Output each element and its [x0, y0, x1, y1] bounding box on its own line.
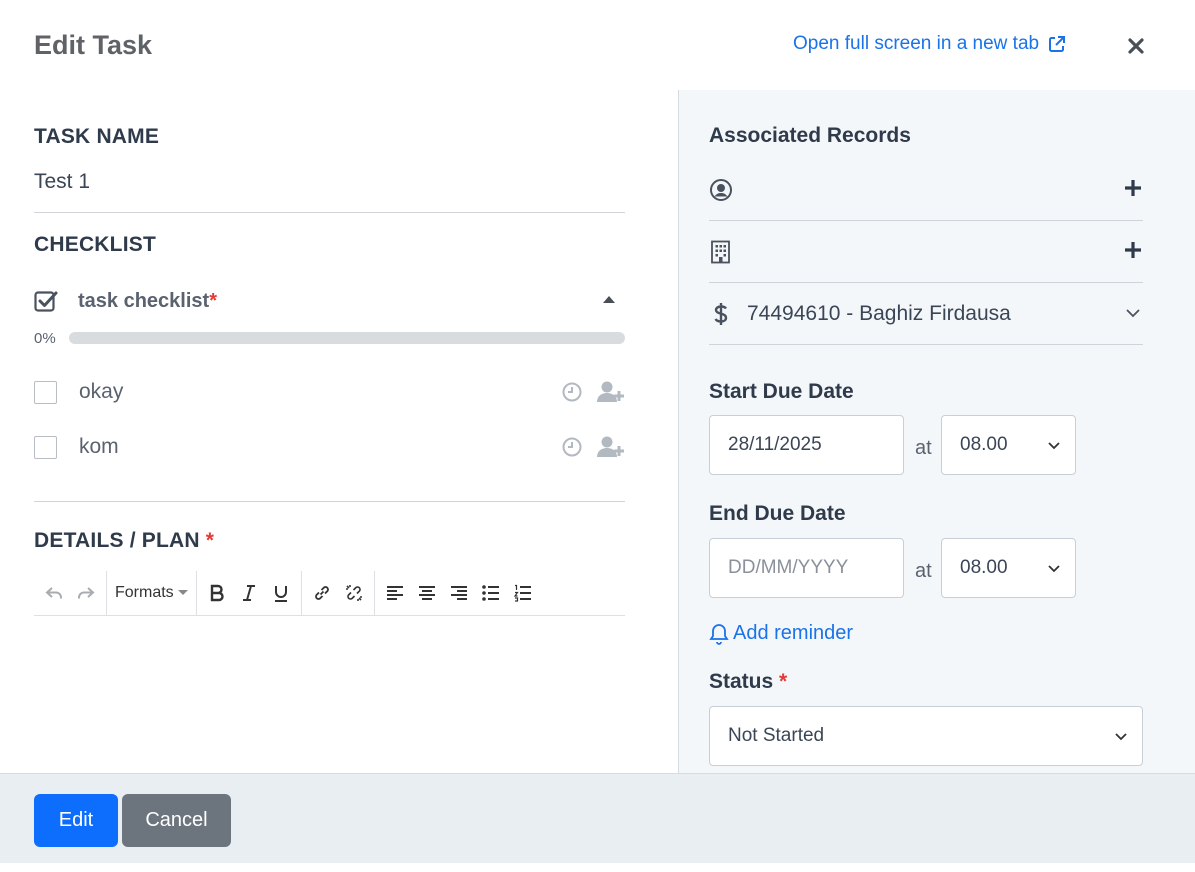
end-due-date-input[interactable]: DD/MM/YYYY	[709, 538, 904, 598]
status-label: Status *	[709, 670, 788, 693]
plus-icon[interactable]	[1123, 240, 1143, 260]
checklist-title: task checklist*	[78, 289, 217, 312]
divider	[34, 212, 625, 213]
align-left-icon[interactable]	[379, 577, 411, 609]
unlink-icon[interactable]	[338, 577, 370, 609]
contact-icon	[710, 178, 732, 201]
bullet-list-icon[interactable]	[475, 577, 507, 609]
bell-icon	[709, 623, 729, 645]
details-label: DETAILS / PLAN *	[34, 529, 215, 552]
caret-up-icon[interactable]	[603, 296, 615, 303]
link-group	[302, 570, 375, 615]
open-full-screen-label: Open full screen in a new tab	[793, 33, 1040, 54]
status-value: Not Started	[728, 725, 825, 746]
align-right-icon[interactable]	[443, 577, 475, 609]
company-icon	[711, 240, 730, 263]
associated-deal-label: 74494610 - Baghiz Firdausa	[747, 301, 1011, 325]
end-at-label: at	[915, 560, 932, 582]
clock-icon[interactable]	[561, 436, 583, 458]
associated-records-title: Associated Records	[709, 124, 911, 147]
clock-icon[interactable]	[561, 381, 583, 403]
dollar-icon	[714, 302, 728, 325]
end-due-date-label: End Due Date	[709, 502, 846, 525]
checklist-item: kom	[34, 432, 625, 462]
modal-header: Edit Task Open full screen in a new tab	[0, 0, 1195, 90]
start-due-date-label: Start Due Date	[709, 380, 854, 403]
external-link-icon	[1049, 36, 1066, 52]
redo-icon[interactable]	[70, 577, 102, 609]
chevron-down-icon	[1048, 442, 1060, 450]
cancel-button[interactable]: Cancel	[122, 794, 231, 847]
end-due-time-select[interactable]: 08.00	[941, 538, 1076, 598]
assign-user-icon[interactable]	[597, 435, 625, 459]
align-list-group	[375, 571, 543, 615]
status-select[interactable]: Not Started	[709, 706, 1143, 766]
align-center-icon[interactable]	[411, 577, 443, 609]
history-group	[34, 570, 107, 615]
chevron-down-icon[interactable]	[1125, 305, 1141, 321]
formats-dropdown[interactable]: Formats	[111, 584, 192, 602]
task-form-left: TASK NAME Test 1 CHECKLIST task checklis…	[0, 90, 678, 773]
checklist-progress-text: 0%	[34, 330, 56, 347]
edit-button[interactable]: Edit	[34, 794, 118, 847]
undo-icon[interactable]	[38, 577, 70, 609]
formats-group: Formats	[107, 570, 197, 615]
task-form-right: Associated Records 74494610 - Baghiz Fir…	[678, 90, 1195, 773]
chevron-down-icon	[1048, 565, 1060, 573]
checklist-progress-bar	[69, 332, 625, 344]
plus-icon[interactable]	[1123, 178, 1143, 198]
start-due-time-value: 08.00	[960, 434, 1008, 455]
checklist-item-label: okay	[79, 380, 124, 403]
checked-square-icon	[34, 291, 58, 312]
associated-contact-row	[709, 159, 1143, 221]
numbered-list-icon[interactable]	[507, 577, 539, 609]
assign-user-icon[interactable]	[597, 380, 625, 404]
task-name-input[interactable]: Test 1	[34, 170, 90, 194]
text-style-group	[197, 570, 302, 615]
editor-toolbar: Formats	[34, 570, 625, 616]
checklist-item-label: kom	[79, 435, 119, 458]
add-reminder-link[interactable]: Add reminder	[709, 622, 853, 645]
link-icon[interactable]	[306, 577, 338, 609]
page-title: Edit Task	[34, 30, 153, 60]
open-full-screen-link[interactable]: Open full screen in a new tab	[793, 33, 1067, 55]
start-due-date-input[interactable]: 28/11/2025	[709, 415, 904, 475]
formats-label: Formats	[115, 583, 174, 601]
associated-deal-row[interactable]: 74494610 - Baghiz Firdausa	[709, 283, 1143, 345]
divider	[34, 501, 625, 502]
checklist-item-checkbox[interactable]	[34, 435, 57, 459]
modal-footer: Edit Cancel	[0, 773, 1195, 863]
start-at-label: at	[915, 437, 932, 459]
end-due-time-value: 08.00	[960, 557, 1008, 578]
associated-company-row	[709, 221, 1143, 283]
checklist-item: okay	[34, 377, 625, 407]
close-icon[interactable]	[1125, 35, 1147, 57]
checklist-label: CHECKLIST	[34, 233, 156, 256]
checklist-item-checkbox[interactable]	[34, 380, 57, 404]
start-due-time-select[interactable]: 08.00	[941, 415, 1076, 475]
italic-icon[interactable]	[233, 577, 265, 609]
underline-icon[interactable]	[265, 577, 297, 609]
task-name-label: TASK NAME	[34, 125, 160, 148]
caret-down-icon	[177, 590, 188, 595]
bold-icon[interactable]	[201, 577, 233, 609]
checklist-header: task checklist*	[34, 288, 625, 314]
add-reminder-label: Add reminder	[733, 622, 854, 644]
chevron-down-icon	[1115, 733, 1127, 741]
